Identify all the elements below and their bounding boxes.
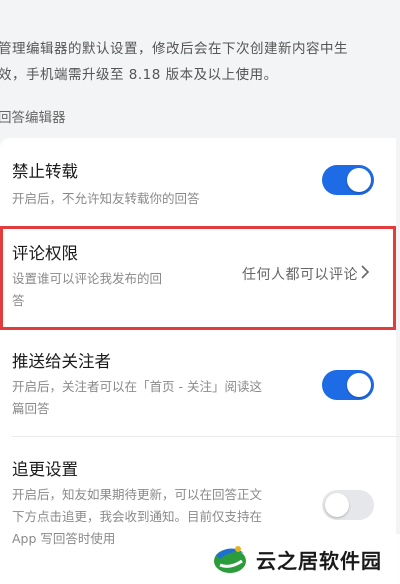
follow-up-toggle[interactable] [322,490,374,520]
push-title: 推送给关注者 [12,352,111,371]
push-toggle[interactable] [322,370,374,400]
follow-up-desc-1: 开启后，知友如果期待更新，可以在回答正文 [12,487,263,502]
push-desc-1: 开启后，关注者可以在「首页 - 关注」阅读这 [12,379,262,394]
setting-row-no-repost: 禁止转载 开启后，不允许知友转载你的回答 [0,138,396,226]
no-repost-toggle[interactable] [322,165,374,195]
intro-line-2: 效，手机端需升级至 8.18 版本及以上使用。 [0,67,278,83]
comment-permission-title: 评论权限 [12,244,78,263]
follow-up-desc-3: App 写回答时使用 [12,531,116,546]
follow-up-desc-2: 下方点击追更，我会收到通知。目前仅支持在 [12,509,263,524]
comment-permission-desc-1: 设置谁可以评论我发布的回 [12,271,163,286]
no-repost-desc: 开启后，不允许知友转载你的回答 [12,191,200,206]
no-repost-title: 禁止转载 [12,162,78,181]
comment-permission-value[interactable]: 任何人都可以评论 [242,264,358,284]
divider [12,436,400,437]
follow-up-title: 追更设置 [12,460,78,479]
intro-text: 管理编辑器的默认设置，修改后会在下次创建新内容中生 效，手机端需升级至 8.18… [0,36,400,88]
watermark: 云之居软件园 [206,534,400,584]
comment-permission-desc-2: 答 [12,293,25,308]
toggle-knob [325,493,349,517]
toggle-knob [347,168,371,192]
yunzhiju-logo-icon [214,546,246,573]
setting-row-push: 推送给关注者 开启后，关注者可以在「首页 - 关注」阅读这 篇回答 [0,330,396,430]
section-label: 回答编辑器 [0,110,66,126]
toggle-knob [347,373,371,397]
intro-line-1: 管理编辑器的默认设置，修改后会在下次创建新内容中生 [0,41,348,57]
push-desc-2: 篇回答 [12,401,50,416]
chevron-right-icon[interactable] [360,264,370,284]
watermark-text: 云之居软件园 [256,548,382,573]
